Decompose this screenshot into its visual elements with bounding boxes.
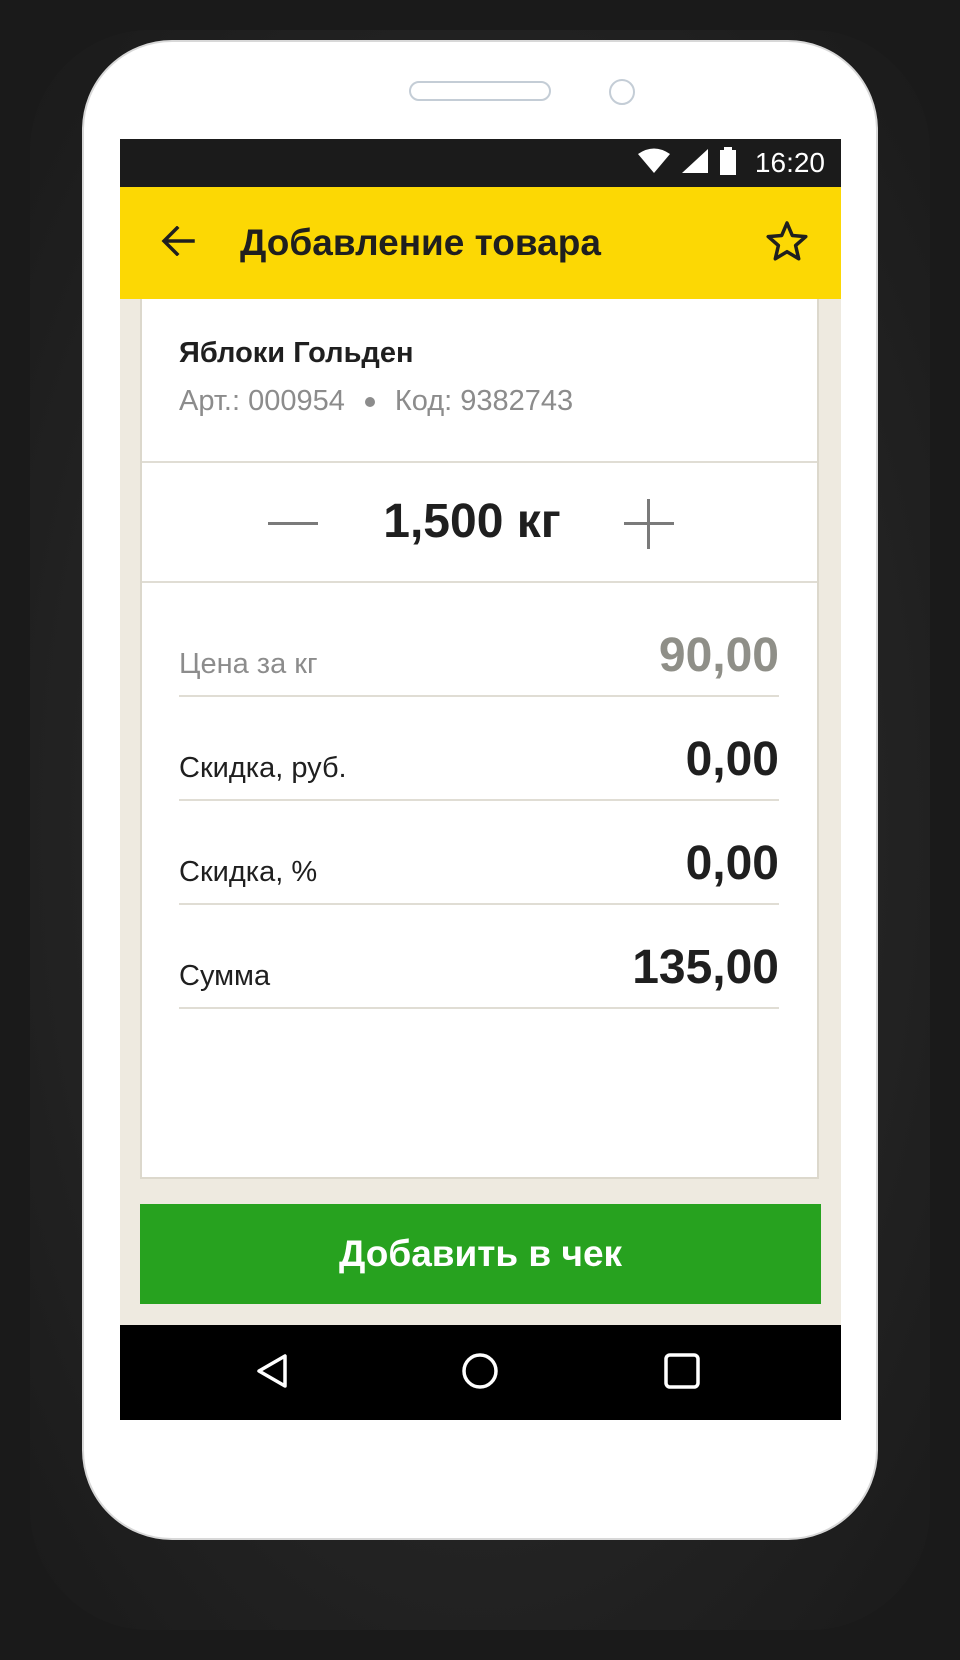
sum-label: Сумма <box>179 960 271 992</box>
quantity-stepper: 1,500 кг <box>142 463 817 583</box>
navigation-bar <box>120 1325 841 1420</box>
recents-square-icon <box>662 1351 702 1396</box>
nav-recents-button[interactable] <box>658 1349 706 1397</box>
phone-speaker <box>409 81 551 101</box>
price-field[interactable]: Цена за кг 90,00 <box>179 591 779 697</box>
status-icons: 16:20 <box>637 139 825 187</box>
app-bar: Добавление товара <box>120 187 841 299</box>
back-button[interactable] <box>150 215 206 271</box>
back-triangle-icon <box>252 1351 292 1396</box>
discount-percent-value[interactable]: 0,00 <box>686 836 779 891</box>
home-circle-icon <box>460 1351 500 1396</box>
phone-camera <box>609 79 635 105</box>
price-label: Цена за кг <box>179 648 318 680</box>
product-meta: Арт.: 000954 Код: 9382743 <box>179 385 573 418</box>
phone-screen: 16:20 Добавление товара Яблоки Гольден А… <box>120 139 841 1420</box>
discount-percent-label: Скидка, % <box>179 856 318 888</box>
nav-back-button[interactable] <box>248 1349 296 1397</box>
discount-rub-label: Скидка, руб. <box>179 752 347 784</box>
favorite-button[interactable] <box>759 215 815 271</box>
sum-value[interactable]: 135,00 <box>632 940 779 995</box>
product-name: Яблоки Гольден <box>179 337 414 369</box>
wifi-icon <box>637 148 671 179</box>
status-bar: 16:20 <box>120 139 841 187</box>
arrow-left-icon <box>161 225 195 261</box>
minus-icon[interactable] <box>266 497 320 551</box>
product-card: Яблоки Гольден Арт.: 000954 Код: 9382743… <box>140 299 819 1179</box>
nav-home-button[interactable] <box>456 1349 504 1397</box>
page-title: Добавление товара <box>240 222 601 263</box>
separator-dot <box>364 396 375 407</box>
star-outline-icon <box>765 220 809 267</box>
battery-icon <box>719 146 737 180</box>
signal-icon <box>681 148 709 179</box>
discount-percent-field[interactable]: Скидка, % 0,00 <box>179 799 779 905</box>
product-info: Яблоки Гольден Арт.: 000954 Код: 9382743 <box>142 299 817 463</box>
discount-rub-value[interactable]: 0,00 <box>686 732 779 787</box>
plus-icon[interactable] <box>622 497 676 551</box>
price-value[interactable]: 90,00 <box>659 628 779 683</box>
product-article: Арт.: 000954 <box>179 385 345 417</box>
sum-field[interactable]: Сумма 135,00 <box>179 903 779 1009</box>
add-to-receipt-button[interactable]: Добавить в чек <box>140 1204 821 1304</box>
discount-rub-field[interactable]: Скидка, руб. 0,00 <box>179 695 779 801</box>
quantity-value[interactable]: 1,500 кг <box>342 463 602 581</box>
product-code: Код: 9382743 <box>394 385 574 417</box>
status-time: 16:20 <box>754 147 825 178</box>
